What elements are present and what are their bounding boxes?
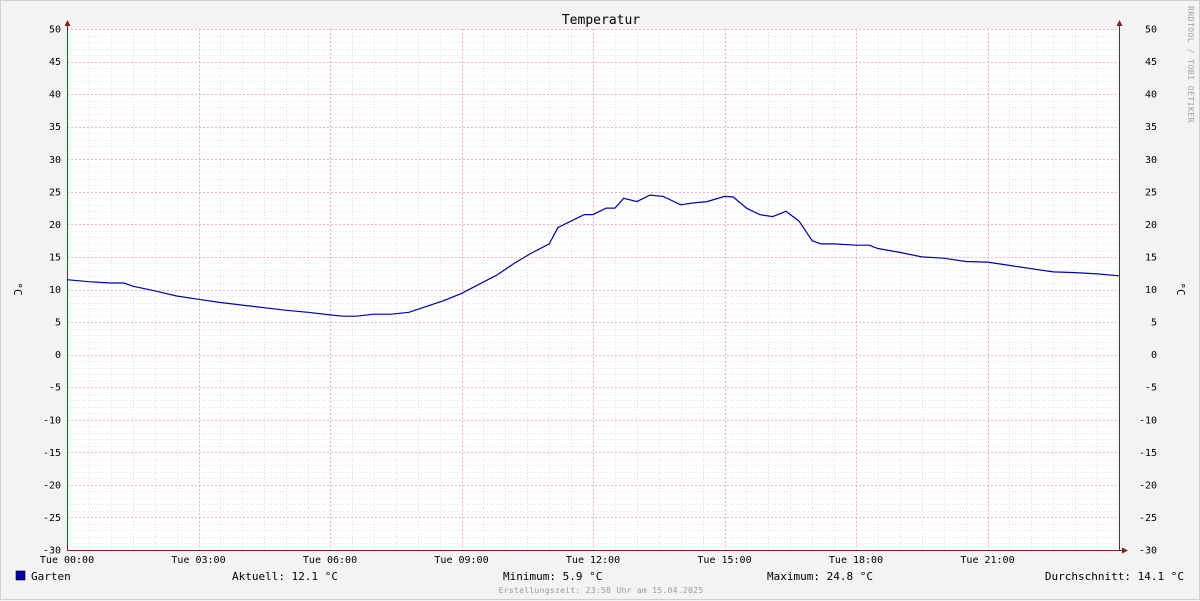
- y-tick-label-right: 35: [1145, 122, 1157, 133]
- y-tick-label-left: 30: [49, 155, 61, 166]
- y-tick-label-right: 15: [1145, 252, 1157, 263]
- y-tick-label-right: -25: [1139, 513, 1157, 524]
- x-tick-label: Tue 18:00: [829, 555, 883, 566]
- y-tick-label-right: 45: [1145, 57, 1157, 68]
- y-tick-label-right: 25: [1145, 187, 1157, 198]
- x-tick-label: Tue 12:00: [566, 555, 620, 566]
- y-tick-label-left: 40: [49, 90, 61, 101]
- y-tick-label-right: 5: [1151, 318, 1157, 329]
- y-tick-label-left: 15: [49, 252, 61, 263]
- x-axis-ticks: Tue 00:00 Tue 03:00 Tue 06:00 Tue 09:00 Tue …: [40, 555, 1015, 566]
- y-axis-left-ticks: -30-25-20-15-10-505101520253035404550: [43, 25, 61, 557]
- y-tick-label-right: 0: [1151, 350, 1157, 361]
- y-tick-label-left: 10: [49, 285, 61, 296]
- y-tick-label-left: 25: [49, 187, 61, 198]
- temperature-chart: -30-25-20-15-10-505101520253035404550 -3…: [11, 6, 1195, 595]
- y-tick-label-left: 35: [49, 122, 61, 133]
- y-axis-right-arrow: [1116, 20, 1123, 26]
- y-tick-label-left: 5: [55, 318, 61, 329]
- y-axis-left-arrow: [64, 20, 71, 26]
- legend-swatch-garten: [15, 570, 26, 581]
- legend-maximum: Maximum: 24.8 °C: [767, 570, 873, 583]
- y-tick-label-left: 20: [49, 220, 61, 231]
- chart-title: Temperatur: [562, 13, 640, 28]
- y-tick-label-right: 10: [1145, 285, 1157, 296]
- y-tick-label-right: -20: [1139, 480, 1157, 491]
- legend-series-name: Garten: [31, 570, 71, 583]
- y-tick-label-left: -15: [43, 448, 61, 459]
- y-tick-label-right: -30: [1139, 546, 1157, 557]
- y-tick-label-right: -10: [1139, 415, 1157, 426]
- y-axis-right-label: °C: [1174, 282, 1187, 295]
- x-tick-label: Tue 06:00: [303, 555, 357, 566]
- x-tick-label: Tue 21:00: [960, 555, 1014, 566]
- legend-current: Aktuell: 12.1 °C: [232, 570, 338, 583]
- x-tick-label: Tue 00:00: [40, 555, 94, 566]
- x-axis-arrow: [1122, 547, 1128, 554]
- y-tick-label-left: -25: [43, 513, 61, 524]
- y-tick-label-left: -20: [43, 480, 61, 491]
- plot-area: [67, 29, 1119, 550]
- creation-time-footer: Erstellungszeit: 23:58 Uhr am 15.04.2025: [499, 586, 704, 595]
- y-axis-right-ticks: -30 -25 -20 -15 -10 -5 0 5 10 15 20 25 30 35 40 45 50: [1139, 25, 1157, 557]
- y-tick-label-left: 50: [49, 25, 61, 36]
- y-tick-label-right: -15: [1139, 448, 1157, 459]
- y-tick-label-left: -10: [43, 415, 61, 426]
- x-tick-label: Tue 09:00: [434, 555, 488, 566]
- y-tick-label-right: 30: [1145, 155, 1157, 166]
- y-tick-label-left: -5: [49, 383, 61, 394]
- x-tick-label: Tue 03:00: [171, 555, 225, 566]
- y-tick-label-left: 45: [49, 57, 61, 68]
- y-tick-label-right: 50: [1145, 25, 1157, 36]
- y-tick-label-right: -5: [1145, 383, 1157, 394]
- legend-average: Durchschnitt: 14.1 °C: [1045, 570, 1184, 583]
- graph-frame: -30 -25 -20 -15 -10 -5 0 5 10 15 20 25 30 35 40 45 50 -3…: [0, 0, 1200, 600]
- y-tick-label-left: 0: [55, 350, 61, 361]
- y-tick-label-right: 40: [1145, 90, 1157, 101]
- y-axis-left-label: °C: [11, 282, 24, 295]
- rrdtool-watermark: RRDTOOL / TOBI OETIKER: [1186, 6, 1195, 123]
- y-tick-label-right: 20: [1145, 220, 1157, 231]
- legend-minimum: Minimum: 5.9 °C: [503, 570, 602, 583]
- x-tick-label: Tue 15:00: [697, 555, 751, 566]
